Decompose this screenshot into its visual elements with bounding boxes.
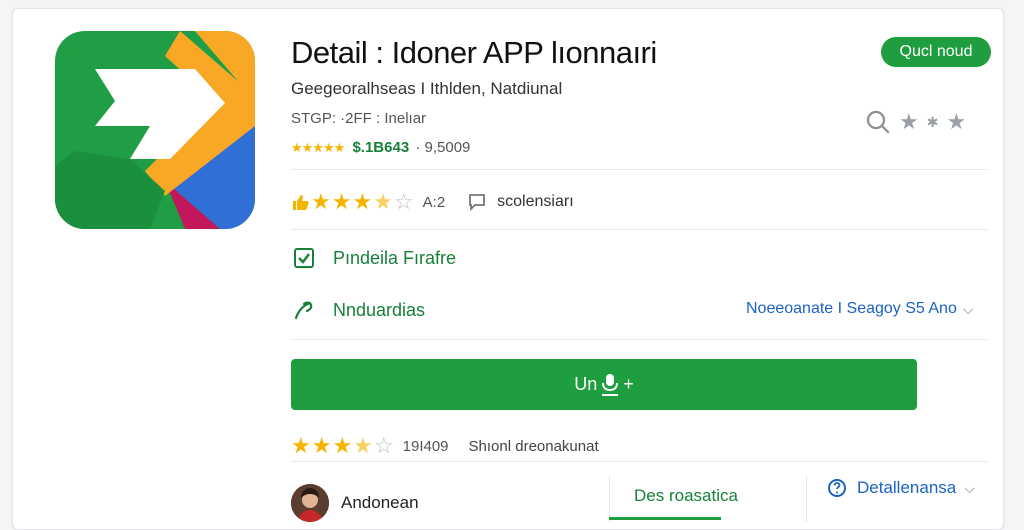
search-icon[interactable]	[865, 109, 891, 135]
comment-icon	[469, 194, 486, 212]
download-count: · 9,5009	[415, 139, 471, 156]
feature-row-2[interactable]: Nnduardias	[291, 297, 425, 323]
review-stars[interactable]: ★★★★☆	[291, 433, 395, 459]
thumb-up-icon[interactable]	[291, 193, 309, 211]
small-star-icon: ✱	[926, 114, 939, 130]
divider	[609, 476, 610, 522]
app-icon[interactable]	[55, 31, 255, 229]
divider	[806, 476, 807, 522]
feature-label: Pındeila Fırafre	[333, 247, 457, 268]
status-badge-button[interactable]: Qucl noud	[881, 37, 991, 67]
app-detail-card: Detail : Idoner APP lıonnaıri Geegeoralh…	[12, 8, 1004, 530]
chevron-down-icon: ⌵	[964, 479, 975, 496]
app-subtitle: Geegeoralhseas I Ithlden, Natdiunal	[291, 79, 563, 98]
divider	[291, 229, 987, 230]
author-link[interactable]: Andonean	[291, 484, 419, 522]
bottom-tabs: Andonean Des roasatica Detallenansa ⌵	[291, 476, 987, 526]
tab-details[interactable]: Detallenansa ⌵	[827, 478, 975, 498]
app-meta: STGP: ·2FF : Inelıar	[291, 110, 427, 127]
divider	[291, 169, 987, 170]
details-label: Detallenansa	[857, 478, 957, 497]
top-actions: ★ ✱ ★	[865, 109, 966, 135]
favorite-star-icon[interactable]: ★	[899, 111, 919, 133]
app-title: Detail : Idoner APP lıonnaıri	[291, 35, 657, 70]
divider	[291, 461, 987, 462]
price-row: ★★★★★ $.1B643 · 9,5009	[291, 139, 470, 156]
rating-count: A:2	[422, 193, 446, 211]
tab-description[interactable]: Des roasatica	[634, 486, 738, 506]
info-icon	[828, 479, 846, 497]
app-price: $.1B643	[352, 139, 410, 156]
install-button[interactable]: Un +	[291, 359, 917, 410]
checkbox-icon[interactable]	[291, 245, 317, 271]
feature-link-label: Noeeoanate I Seagoy S5 Ano	[746, 300, 957, 317]
feature-dropdown-link[interactable]: Noeeoanate I Seagoy S5 Ano ⌵	[746, 300, 973, 318]
install-plus: +	[623, 374, 634, 394]
microphone-icon	[602, 373, 619, 396]
comments-link[interactable]: scolensiarı	[467, 192, 574, 212]
feature-label: Nnduardias	[333, 299, 426, 320]
install-label: Un	[574, 374, 598, 394]
rating-stars[interactable]: ★★★★☆	[311, 189, 415, 215]
review-count: 19I409	[402, 437, 449, 455]
rate-star-icon[interactable]: ★	[946, 111, 966, 133]
active-tab-indicator	[609, 517, 721, 520]
feature-row-1[interactable]: Pındeila Fırafre	[291, 245, 456, 271]
small-rating-stars: ★★★★★	[291, 140, 345, 155]
review-label: Shıonl dreonakunat	[468, 437, 599, 455]
author-name: Andonean	[341, 493, 419, 512]
link-icon	[291, 297, 317, 323]
avatar	[291, 484, 329, 522]
rating-row: ★★★★☆ A:2 scolensiarı	[291, 189, 574, 215]
chevron-down-icon: ⌵	[962, 300, 974, 317]
divider	[291, 339, 987, 340]
reviews-row: ★★★★☆ 19I409 Shıonl dreonakunat	[291, 433, 599, 459]
comments-label: scolensiarı	[497, 193, 574, 210]
